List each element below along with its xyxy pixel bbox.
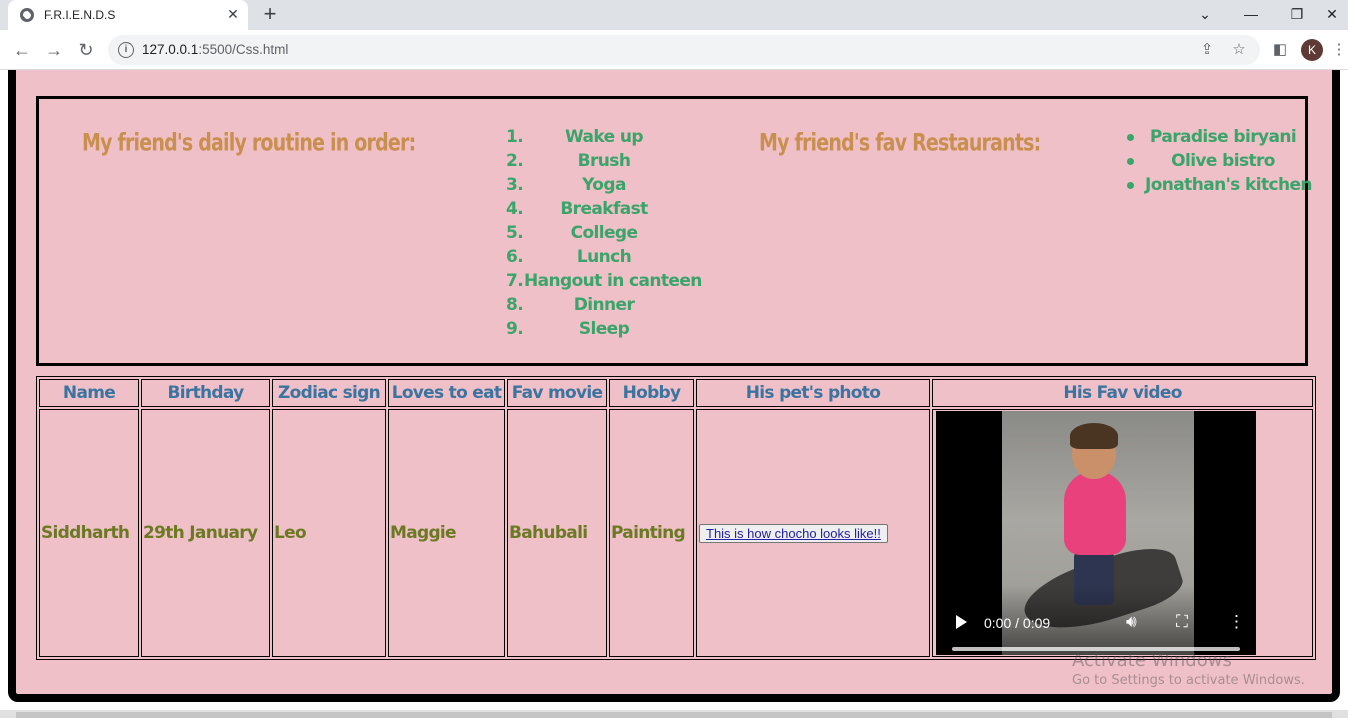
list-item-text: Brush [577,151,631,171]
cell-hobby: Painting [609,409,694,657]
video-more-icon[interactable]: ⋮ [1228,612,1245,632]
list-item-number: 4. [506,199,524,219]
list-item-number: 7. [506,271,524,291]
new-tab-button[interactable]: + [258,3,282,27]
friends-table: Name Birthday Zodiac sign Loves to eat F… [36,376,1316,660]
col-birthday: Birthday [141,379,270,407]
restaurants-heading: My friend's fav Restaurants: [759,129,1041,157]
close-tab-icon[interactable]: ✕ [224,5,242,23]
lists-panel: My friend's daily routine in order: 1. Wa… [36,96,1313,366]
list-item-text: Breakfast [560,199,648,219]
cell-zodiac: Leo [272,409,386,657]
video-time: 0:00 / 0:09 [984,615,1051,631]
menu-kebab-icon[interactable]: ⋮ [1330,38,1348,62]
list-item-number: 9. [506,319,524,339]
fullscreen-icon[interactable]: ⛶ [1176,612,1188,632]
fav-video-player[interactable]: 0:00 / 0:09 🔊︎ ⛶ ⋮ [936,411,1256,655]
minimize-button[interactable]: — [1228,0,1274,30]
scrollbar-thumb[interactable] [16,712,1332,718]
cell-birthday: 29th January [141,409,270,657]
profile-avatar[interactable]: K [1301,39,1323,61]
page-frame: My friend's daily routine in order: 1. Wa… [8,70,1340,702]
bullet-icon [1127,182,1134,189]
horizontal-scrollbar[interactable] [0,710,1348,718]
browser-toolbar: ← → ↻ i 127.0.0.1:5500/Css.html ⇪ ☆ ◧ K … [0,30,1348,70]
cell-name: Siddharth [39,409,139,657]
volume-icon[interactable]: 🔊︎ [1126,612,1137,632]
col-zodiac: Zodiac sign [272,379,386,407]
list-item-text: Dinner [573,295,635,315]
video-controls: 0:00 / 0:09 🔊︎ ⛶ ⋮ [936,585,1256,655]
bullet-icon [1127,158,1134,165]
watermark-line2: Go to Settings to activate Windows. [1072,673,1305,688]
cell-pet-photo: This is how chocho looks like!! [696,409,930,657]
col-name: Name [39,379,139,407]
back-arrow-icon[interactable]: ← [10,38,34,62]
list-item-number: 8. [506,295,524,315]
restore-button[interactable]: ❐ [1274,0,1320,30]
list-item-number: 6. [506,247,524,267]
page-viewport: My friend's daily routine in order: 1. Wa… [0,70,1348,710]
play-icon[interactable] [956,615,967,629]
tab-title: F.R.I.E.N.D.S [44,8,116,22]
url-host: 127.0.0.1 [142,42,199,57]
tab-strip: F.R.I.E.N.D.S ✕ + ⌄ — ❐ ✕ [0,0,1348,30]
table-row: Siddharth 29th January Leo Maggie Bahuba… [39,409,1313,657]
share-icon[interactable]: ⇪ [1196,39,1218,61]
list-item-number: 5. [506,223,524,243]
url-text: 127.0.0.1:5500/Css.html [142,42,288,57]
cell-fav-movie: Bahubali [507,409,607,657]
col-hobby: Hobby [609,379,694,407]
video-figure-hair [1070,423,1118,449]
cell-loves-to-eat: Maggie [388,409,505,657]
tab-search-icon[interactable]: ⌄ [1182,0,1228,30]
globe-icon [20,8,34,22]
close-window-button[interactable]: ✕ [1316,0,1348,30]
col-fav-movie: Fav movie [507,379,607,407]
list-item-text: Yoga [582,175,626,195]
list-item-text: Sleep [578,319,630,339]
bookmark-star-icon[interactable]: ☆ [1228,39,1250,61]
list-item-text: College [570,223,638,243]
routine-heading: My friend's daily routine in order: [82,129,416,157]
bullet-icon [1127,134,1134,141]
list-item-text: Hangout in canteen [524,271,702,291]
list-item-number: 3. [506,175,524,195]
reload-icon[interactable]: ↻ [74,38,98,62]
side-panel-icon[interactable]: ◧ [1268,38,1292,62]
forward-arrow-icon[interactable]: → [42,38,66,62]
col-fav-video: His Fav video [932,379,1313,407]
url-path: :5500/Css.html [198,42,289,57]
list-item-text: Lunch [576,247,632,267]
video-figure-jacket [1064,471,1126,555]
watermark-line1: Activate Windows [1072,650,1232,671]
col-loves-to-eat: Loves to eat [388,379,505,407]
list-item-text: Wake up [565,127,644,147]
site-info-icon[interactable]: i [118,42,134,58]
pet-photo-link[interactable]: This is how chocho looks like!! [699,524,888,543]
list-item-text: Paradise biryani [1149,127,1297,147]
col-pet-photo: His pet's photo [696,379,930,407]
browser-tab[interactable]: F.R.I.E.N.D.S ✕ [8,0,248,30]
list-item-text: Olive bistro [1171,151,1275,171]
address-bar[interactable]: i 127.0.0.1:5500/Css.html ⇪ ☆ [108,35,1260,65]
list-item-number: 2. [506,151,524,171]
cell-fav-video: 0:00 / 0:09 🔊︎ ⛶ ⋮ [932,409,1313,657]
activate-windows-watermark: Activate Windows Go to Settings to activ… [1072,650,1305,688]
list-item-number: 1. [506,127,524,147]
list-item-text: Jonathan's kitchen [1145,175,1313,195]
table-header-row: Name Birthday Zodiac sign Loves to eat F… [39,379,1313,407]
